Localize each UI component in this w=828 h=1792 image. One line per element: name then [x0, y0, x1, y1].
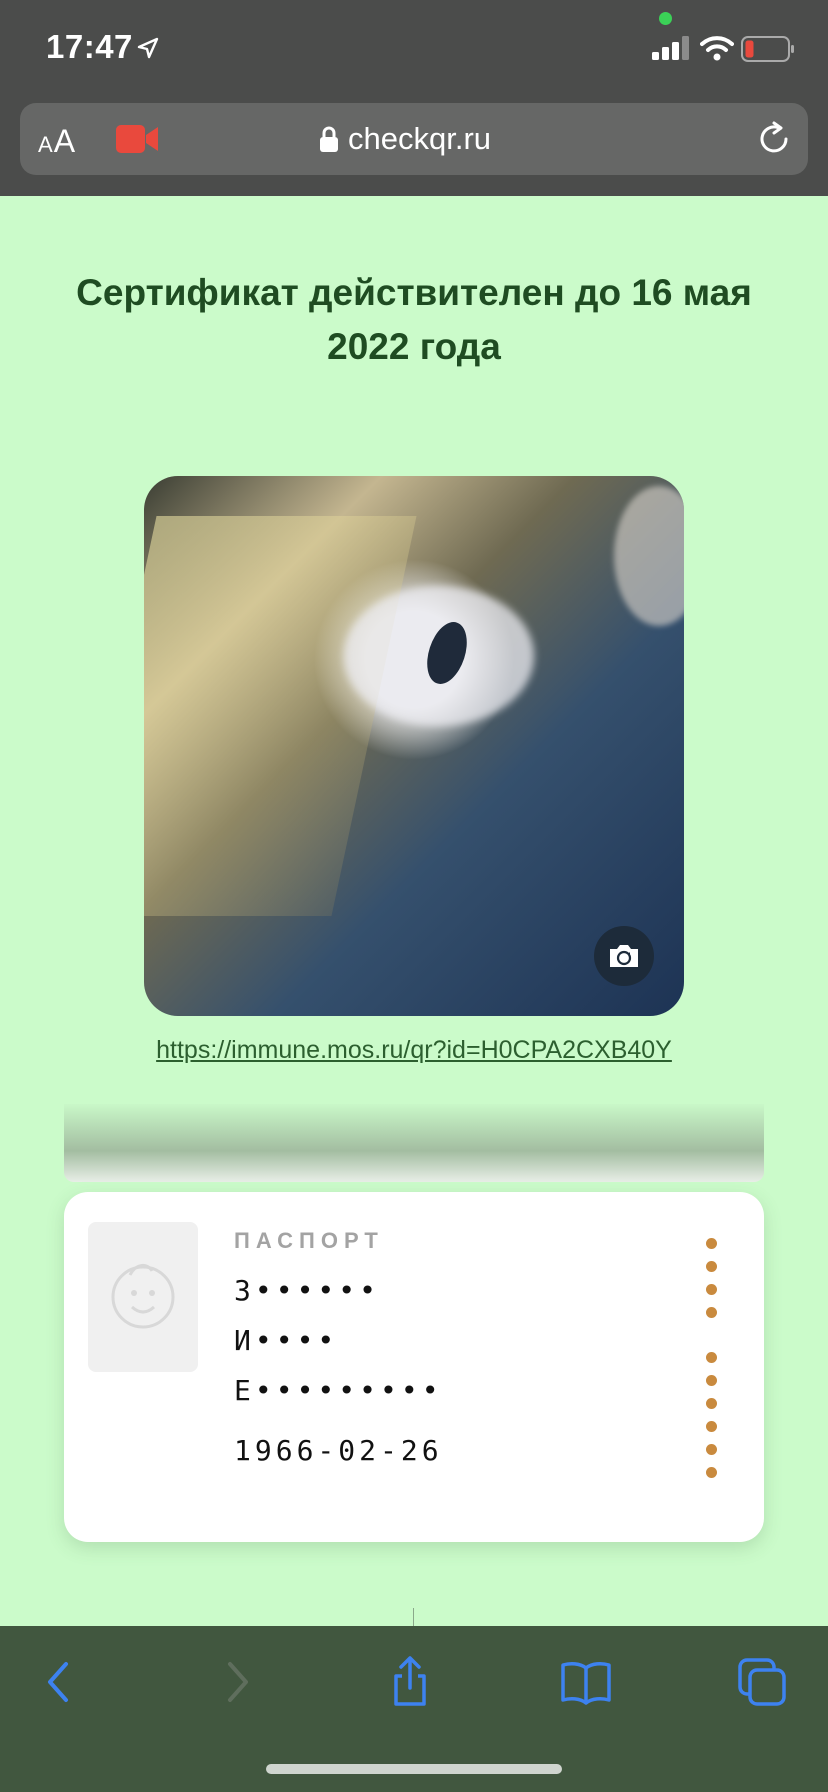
- text-size-small-label: A: [38, 132, 54, 157]
- camera-preview: [144, 476, 684, 1016]
- surname-masked: З••••••: [234, 1274, 381, 1307]
- text-size-button[interactable]: AA: [38, 123, 76, 160]
- url-text: checkqr.ru: [348, 121, 492, 156]
- wifi-icon: [700, 36, 734, 61]
- lock-icon: [320, 126, 338, 152]
- bookmarks-icon[interactable]: [560, 1656, 612, 1708]
- tabs-icon[interactable]: [736, 1656, 788, 1708]
- certificate-validity-title: Сертификат действителен до 16 мая 2022 г…: [76, 272, 752, 367]
- camera-switch-icon: [610, 945, 638, 967]
- address-bar[interactable]: AA checkqr.ru: [20, 103, 808, 175]
- camera-light-band: [144, 516, 417, 916]
- back-icon[interactable]: [34, 1656, 86, 1708]
- text-size-large-label: A: [53, 123, 77, 159]
- reload-icon[interactable]: [756, 121, 792, 157]
- location-arrow-icon: [137, 37, 159, 59]
- scan-strip: [64, 1104, 764, 1182]
- privacy-indicator: [659, 12, 672, 25]
- content-divider: [413, 1608, 414, 1626]
- signal-icon: [652, 36, 689, 60]
- document-type-label: ПАСПОРТ: [234, 1228, 384, 1253]
- battery-low-icon: [741, 36, 794, 62]
- qr-source-link[interactable]: https://immune.mos.ru/qr?id=H0CPA2CXB40Y: [0, 1036, 828, 1065]
- dots-group-top: [706, 1238, 718, 1330]
- avatar: [88, 1222, 198, 1372]
- switch-camera-button[interactable]: [594, 926, 654, 986]
- patronymic-masked: Е•••••••••: [234, 1374, 443, 1407]
- status-time: 17:47: [46, 28, 133, 65]
- video-recording-icon[interactable]: [116, 125, 158, 153]
- forward-icon[interactable]: [210, 1656, 262, 1708]
- avatar-placeholder-icon: [111, 1264, 175, 1329]
- home-indicator: [266, 1764, 562, 1774]
- url-display[interactable]: checkqr.ru: [320, 119, 491, 159]
- camera-blur-highlight: [614, 486, 684, 626]
- birth-date: 1966-02-26: [234, 1434, 443, 1467]
- browser-chrome: 17:47 AA checkqr.ru: [0, 0, 828, 196]
- dots-group-bottom: [706, 1352, 718, 1490]
- name-masked: И••••: [234, 1324, 339, 1357]
- share-icon[interactable]: [384, 1656, 436, 1708]
- passport-card: ПАСПОРТ З•••••• И•••• Е••••••••• 1966-02…: [64, 1192, 764, 1542]
